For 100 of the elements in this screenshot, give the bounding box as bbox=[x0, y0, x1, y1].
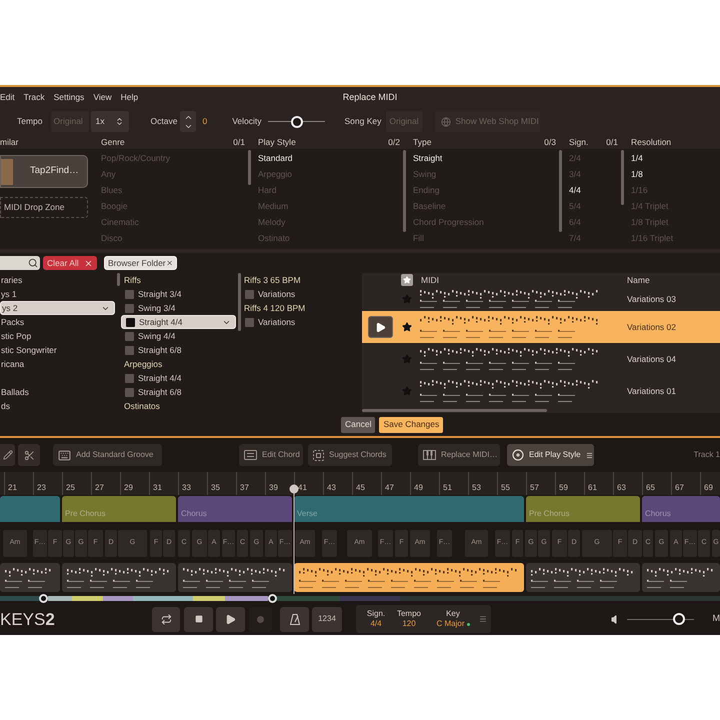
filter-option[interactable]: Standard bbox=[258, 152, 292, 164]
browser-item[interactable]: Straight 4/4 bbox=[121, 371, 236, 385]
menu-item[interactable]: Track bbox=[24, 91, 45, 104]
clear-all-button[interactable]: Clear All bbox=[43, 256, 97, 270]
browser-item[interactable]: stic Songwriter bbox=[0, 343, 115, 357]
browser-item[interactable]: Variations bbox=[241, 287, 360, 301]
midi-row[interactable]: Variations 04 bbox=[362, 343, 720, 375]
bar-number: 51 bbox=[443, 483, 452, 492]
checkbox[interactable] bbox=[125, 346, 134, 354]
midi-region[interactable] bbox=[0, 563, 60, 592]
browser-item[interactable]: ricana bbox=[0, 357, 115, 371]
slider-thumb[interactable] bbox=[673, 613, 686, 625]
checkbox[interactable] bbox=[125, 304, 134, 312]
scrollbar[interactable] bbox=[559, 150, 562, 232]
count-in-button[interactable]: 1234 bbox=[312, 606, 342, 632]
menu-item[interactable]: Settings bbox=[54, 91, 84, 104]
star-icon[interactable] bbox=[402, 294, 412, 304]
folder-filter-tag[interactable]: Browser Folder bbox=[104, 256, 177, 270]
browser-item[interactable]: Straight 6/8 bbox=[121, 385, 236, 399]
scrollbar[interactable] bbox=[248, 150, 251, 185]
filter-option[interactable]: 4/4 bbox=[569, 184, 581, 196]
toolbar-button[interactable]: Edit Chord bbox=[239, 444, 303, 466]
filter-option[interactable]: Straight bbox=[413, 152, 442, 164]
scrollbar[interactable] bbox=[238, 273, 241, 331]
browser-item[interactable]: raries bbox=[0, 273, 115, 287]
stop-button[interactable] bbox=[184, 606, 213, 632]
search-field[interactable] bbox=[0, 256, 40, 270]
toolbar-button[interactable]: Edit Play Style bbox=[507, 444, 594, 466]
tap2find-button[interactable]: Tap2Find… bbox=[0, 155, 88, 188]
star-icon[interactable] bbox=[402, 322, 412, 332]
velocity-slider[interactable] bbox=[268, 116, 326, 128]
checkbox[interactable] bbox=[126, 318, 135, 326]
filter-option[interactable]: 1/4 bbox=[631, 152, 643, 164]
loop-button[interactable] bbox=[152, 606, 180, 632]
save-button[interactable]: Save Changes bbox=[379, 416, 444, 432]
star-icon[interactable] bbox=[402, 386, 412, 396]
midi-row[interactable]: Variations 03 bbox=[362, 287, 720, 311]
browser-item[interactable]: Packs bbox=[0, 315, 115, 329]
midi-region[interactable] bbox=[294, 563, 524, 592]
close-icon[interactable] bbox=[166, 259, 173, 267]
pencil-icon bbox=[2, 450, 12, 460]
menu-item[interactable]: View bbox=[93, 91, 112, 104]
browser-item[interactable]: ys 1 bbox=[0, 287, 115, 301]
list-menu-icon[interactable] bbox=[479, 615, 487, 623]
midi-region[interactable] bbox=[178, 563, 292, 592]
slider-thumb[interactable] bbox=[290, 116, 303, 128]
field-label: Tempo bbox=[17, 115, 43, 128]
scrollbar[interactable] bbox=[117, 273, 120, 286]
column-header: milar bbox=[0, 136, 18, 148]
metronome-button[interactable] bbox=[280, 606, 309, 632]
pencil-tool-button[interactable] bbox=[0, 444, 15, 466]
midi-row[interactable]: Variations 02 bbox=[362, 311, 720, 343]
browser-item[interactable]: Swing 3/4 bbox=[121, 301, 236, 315]
browser-item[interactable]: Variations bbox=[241, 315, 360, 329]
checkbox[interactable] bbox=[125, 374, 134, 382]
range-handle[interactable] bbox=[39, 594, 48, 603]
browser-item[interactable]: Straight 3/4 bbox=[121, 287, 236, 301]
midi-region[interactable] bbox=[526, 563, 640, 592]
browser-item[interactable]: Swing 4/4 bbox=[121, 329, 236, 343]
column-header: Type bbox=[413, 136, 432, 148]
cancel-button[interactable]: Cancel bbox=[341, 416, 376, 432]
filter-count: 0/2 bbox=[388, 136, 400, 148]
midi-row[interactable]: Variations 01 bbox=[362, 375, 720, 407]
filter-option[interactable]: 1/8 bbox=[631, 168, 643, 180]
browser-item[interactable]: stic Pop bbox=[0, 329, 115, 343]
checkbox[interactable] bbox=[125, 290, 134, 298]
song-section[interactable]: Chorus bbox=[642, 496, 720, 522]
star-icon[interactable] bbox=[401, 274, 413, 286]
scrollbar[interactable] bbox=[362, 408, 547, 412]
toolbar-button[interactable]: Add Standard Groove bbox=[53, 444, 162, 466]
playhead[interactable] bbox=[289, 484, 299, 594]
midi-region[interactable] bbox=[642, 563, 720, 592]
checkbox[interactable] bbox=[245, 318, 254, 326]
play-button[interactable] bbox=[216, 606, 245, 632]
toolbar-button[interactable]: Replace MIDI… bbox=[418, 444, 500, 466]
menu-item[interactable]: Help bbox=[120, 91, 138, 104]
scissors-tool-button[interactable] bbox=[18, 444, 40, 466]
filter-count: 0/1 bbox=[233, 136, 245, 148]
range-handle[interactable] bbox=[268, 594, 277, 603]
speed-select[interactable]: 1x bbox=[90, 111, 129, 132]
midi-region[interactable] bbox=[62, 563, 176, 592]
volume-slider[interactable] bbox=[627, 613, 694, 625]
browser-item[interactable]: ds bbox=[0, 399, 115, 413]
browser-item[interactable]: Straight 4/4 bbox=[121, 315, 236, 329]
star-icon[interactable] bbox=[402, 354, 412, 364]
scrollbar[interactable] bbox=[403, 150, 406, 232]
checkbox[interactable] bbox=[125, 388, 134, 396]
browser-item[interactable]: Straight 6/8 bbox=[121, 343, 236, 357]
play-button[interactable] bbox=[368, 316, 393, 338]
bar-number: 37 bbox=[240, 483, 249, 492]
drop-zone[interactable]: MIDI Drop Zone bbox=[0, 197, 88, 218]
octave-stepper[interactable] bbox=[180, 111, 196, 132]
toolbar-button[interactable]: Suggest Chords bbox=[308, 444, 392, 466]
song-section[interactable]: Chorus bbox=[178, 496, 292, 522]
checkbox[interactable] bbox=[125, 332, 134, 340]
scrollbar[interactable] bbox=[621, 150, 624, 205]
browser-item[interactable]: Ballads bbox=[0, 385, 115, 399]
menu-item[interactable]: Edit bbox=[0, 91, 15, 104]
checkbox[interactable] bbox=[245, 290, 254, 298]
browser-item[interactable]: ys 2 bbox=[0, 301, 115, 315]
